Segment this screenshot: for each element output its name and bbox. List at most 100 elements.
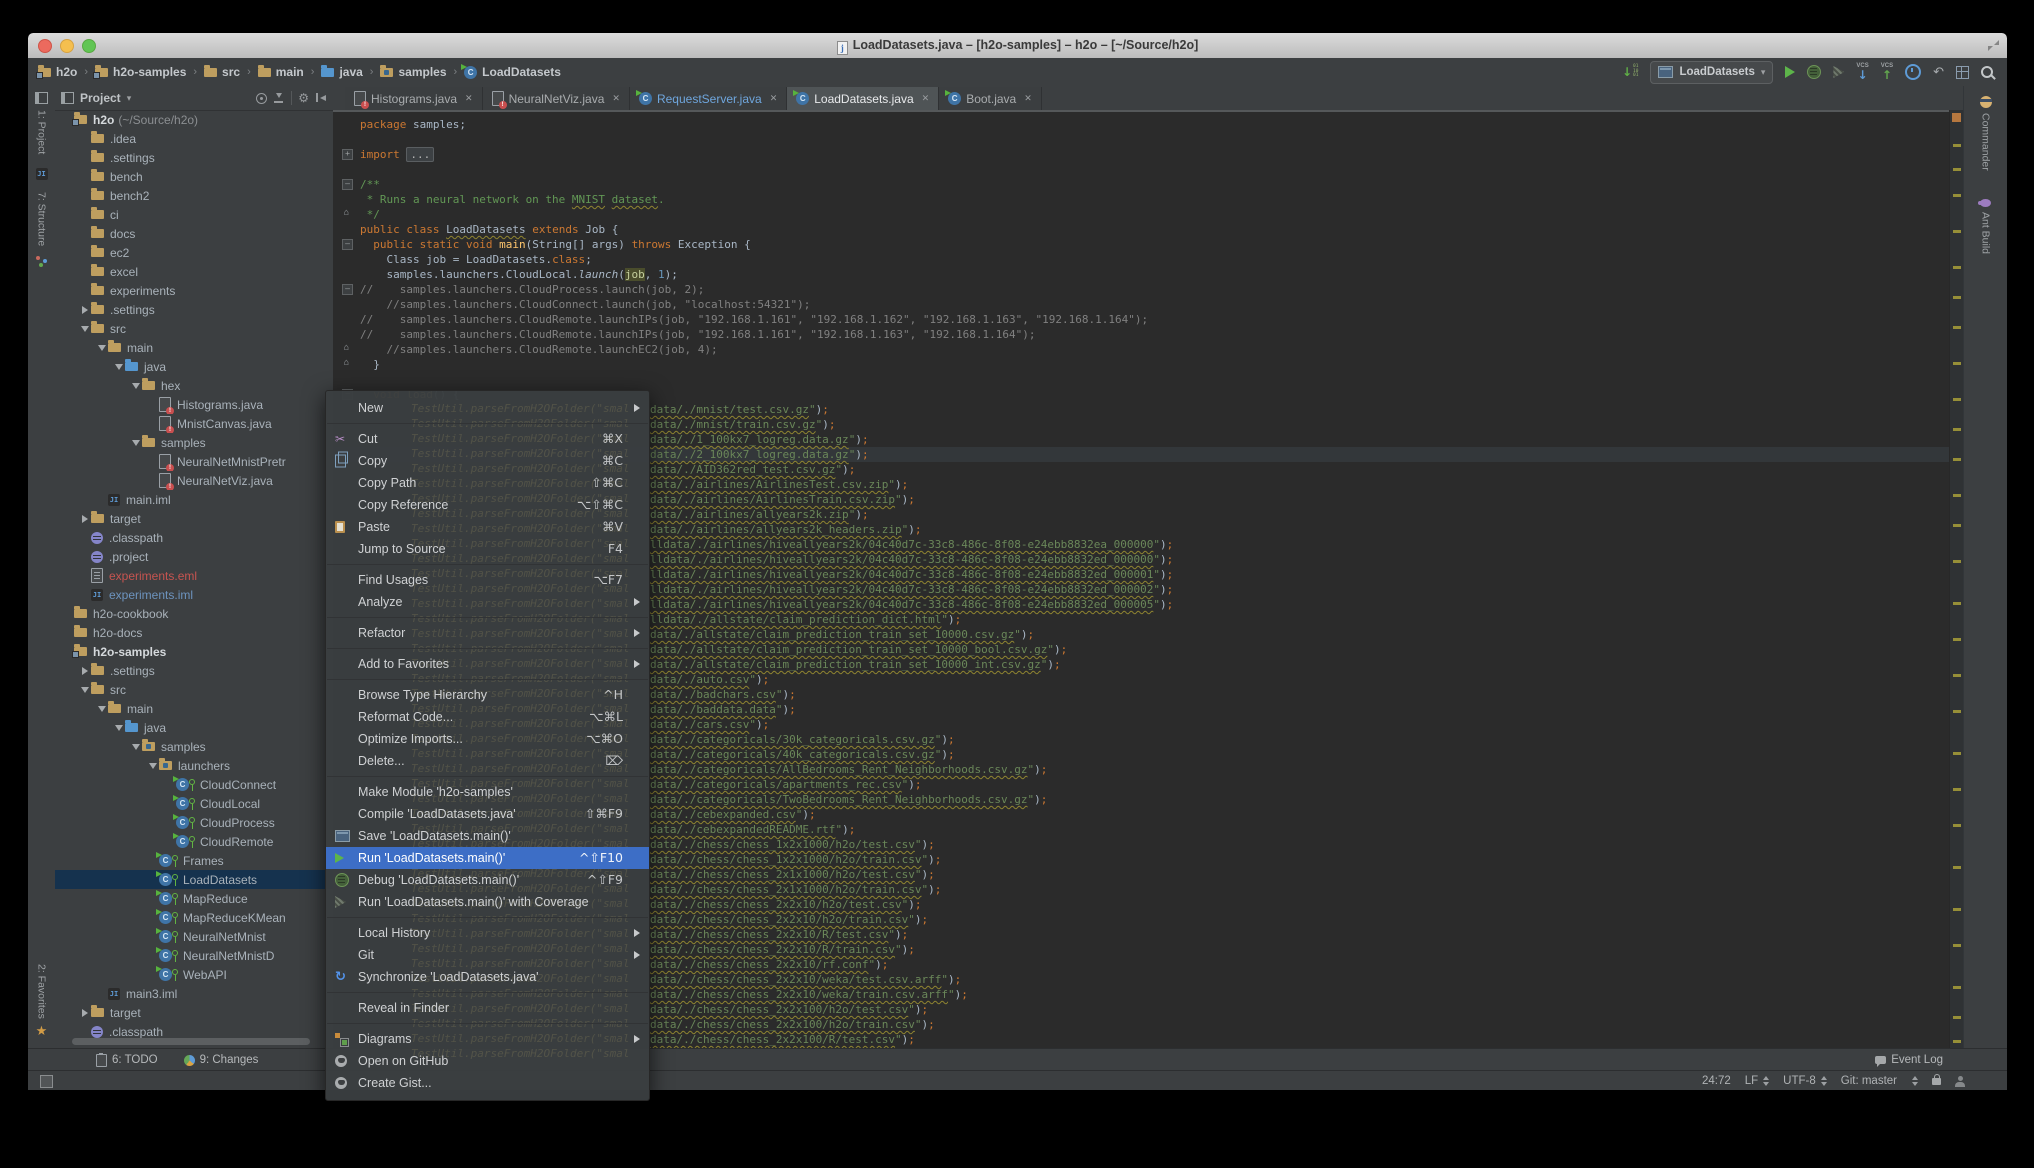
toggle-stripes-icon[interactable] [40, 1075, 53, 1088]
settings-icon[interactable] [1956, 66, 1969, 79]
updown-icon[interactable] [1911, 1076, 1918, 1086]
tab-boot-java[interactable]: CBoot.java✕ [939, 87, 1042, 110]
warning-tick-icon[interactable] [1953, 194, 1961, 197]
changes-button[interactable]: 9: Changes [184, 1054, 259, 1066]
chevron-down-icon[interactable] [115, 364, 123, 370]
vcs-commit-button[interactable]: VCS↑ [1881, 63, 1893, 81]
tree-item-samples[interactable]: samples [55, 737, 333, 756]
chevron-down-icon[interactable] [132, 440, 140, 446]
menu-item-new[interactable]: New [326, 397, 649, 419]
sidebar-item-structure[interactable]: 7: Structure [36, 192, 48, 246]
chevron-right-icon[interactable] [82, 306, 88, 314]
tree-item-experiments-eml[interactable]: experiments.eml [55, 566, 333, 585]
warning-tick-icon[interactable] [1953, 560, 1961, 563]
tree-item-h2o-docs[interactable]: h2o-docs [55, 623, 333, 642]
search-icon[interactable] [1981, 66, 1993, 78]
inspection-status-icon[interactable] [1952, 113, 1961, 122]
menu-item-save-loaddatasets-main[interactable]: Save 'LoadDatasets.main()' [326, 825, 649, 847]
warning-tick-icon[interactable] [1953, 326, 1961, 329]
chevron-down-icon[interactable] [81, 326, 89, 332]
fold-marker[interactable]: – [342, 179, 353, 190]
horizontal-scrollbar[interactable] [72, 1038, 310, 1045]
tree-item-launchers[interactable]: launchers [55, 756, 333, 775]
undo-icon[interactable]: ↶ [1933, 65, 1944, 80]
menu-item-debug-loaddatasets-main[interactable]: Debug 'LoadDatasets.main()'^⇧F9 [326, 869, 649, 891]
warning-tick-icon[interactable] [1953, 1040, 1961, 1043]
tree-item--idea[interactable]: .idea [55, 129, 333, 148]
tree-item-target[interactable]: target [55, 509, 333, 528]
tree-item--project[interactable]: .project [55, 547, 333, 566]
chevron-down-icon[interactable] [132, 383, 140, 389]
run-button[interactable] [1785, 66, 1795, 78]
tree-item-mapreduce[interactable]: CMapReduce [55, 889, 333, 908]
chevron-right-icon[interactable] [82, 667, 88, 675]
tree-item-cloudprocess[interactable]: CCloudProcess [55, 813, 333, 832]
tree-item-target[interactable]: target [55, 1003, 333, 1022]
warning-tick-icon[interactable] [1953, 602, 1961, 605]
warning-tick-icon[interactable] [1953, 266, 1961, 269]
fold-marker[interactable]: – [342, 284, 353, 295]
tree-item-cloudconnect[interactable]: CCloudConnect [55, 775, 333, 794]
menu-item-run-loaddatasets-main[interactable]: Run 'LoadDatasets.main()'^⇧F10 [326, 847, 649, 869]
sidebar-item-project[interactable]: 1: Project [36, 110, 48, 154]
chevron-down-icon[interactable]: ▾ [127, 93, 132, 104]
warning-tick-icon[interactable] [1953, 824, 1961, 827]
menu-item-copy-reference[interactable]: Copy Reference⌥⇧⌘C [326, 494, 649, 516]
breadcrumb-item[interactable]: h2o-samples [95, 65, 186, 79]
chevron-down-icon[interactable] [132, 744, 140, 750]
warning-tick-icon[interactable] [1953, 986, 1961, 989]
menu-item-optimize-imports[interactable]: Optimize Imports...⌥⌘O [326, 728, 649, 750]
close-icon[interactable]: ✕ [922, 94, 930, 104]
menu-item-git[interactable]: Git [326, 944, 649, 966]
warning-tick-icon[interactable] [1953, 710, 1961, 713]
git-branch[interactable]: Git: master [1841, 1075, 1897, 1087]
breadcrumb-item[interactable]: CLoadDatasets [464, 65, 561, 79]
debug-button[interactable] [1807, 65, 1821, 79]
chevron-down-icon[interactable] [98, 706, 106, 712]
menu-item-synchronize-loaddatasets-java[interactable]: ↻Synchronize 'LoadDatasets.java' [326, 966, 649, 988]
tree-item-mapreducekmean[interactable]: CMapReduceKMean [55, 908, 333, 927]
hector-inspector-icon[interactable] [1955, 1076, 1965, 1087]
tree-item--settings[interactable]: .settings [55, 148, 333, 167]
menu-item-reveal-in-finder[interactable]: Reveal in Finder [326, 997, 649, 1019]
warning-tick-icon[interactable] [1953, 144, 1961, 147]
locate-icon[interactable] [256, 93, 267, 104]
tree-item--settings[interactable]: .settings [55, 661, 333, 680]
tree-item-ec2[interactable]: ec2 [55, 243, 333, 262]
gear-icon[interactable]: ⚙ [298, 92, 309, 104]
warning-tick-icon[interactable] [1953, 494, 1961, 497]
chevron-right-icon[interactable] [82, 515, 88, 523]
warning-tick-icon[interactable] [1953, 398, 1961, 401]
tree-item-java[interactable]: java [55, 718, 333, 737]
vcs-update-button[interactable]: VCS↓ [1856, 63, 1868, 81]
menu-item-analyze[interactable]: Analyze [326, 591, 649, 613]
tree-item-experiments-iml[interactable]: JIexperiments.iml [55, 585, 333, 604]
chevron-down-icon[interactable] [149, 763, 157, 769]
tree-item-main[interactable]: main [55, 338, 333, 357]
history-icon[interactable] [1905, 64, 1921, 80]
tree-item-mnistcanvas-java[interactable]: MnistCanvas.java [55, 414, 333, 433]
sidebar-item-favorites[interactable]: 2: Favorites [36, 964, 48, 1019]
tab-histograms-java[interactable]: Histograms.java✕ [345, 87, 483, 110]
tree-item-neuralnetmnistpretr[interactable]: NeuralNetMnistPretr [55, 452, 333, 471]
tree-item-webapi[interactable]: CWebAPI [55, 965, 333, 984]
todo-button[interactable]: 6: TODO [96, 1054, 158, 1067]
tab-neuralnetviz-java[interactable]: NeuralNetViz.java✕ [483, 87, 630, 110]
run-configuration-select[interactable]: LoadDatasets ▾ [1650, 61, 1773, 84]
menu-item-run-loaddatasets-main-with-coverage[interactable]: Run 'LoadDatasets.main()' with Coverage [326, 891, 649, 913]
warning-tick-icon[interactable] [1953, 296, 1961, 299]
menu-item-compile-loaddatasets-java[interactable]: Compile 'LoadDatasets.java'⇧⌘F9 [326, 803, 649, 825]
tree-item-main3-iml[interactable]: JImain3.iml [55, 984, 333, 1003]
tree-item-histograms-java[interactable]: Histograms.java [55, 395, 333, 414]
incoming-changes-icon[interactable]: ↓01 10 01 [1622, 65, 1638, 79]
chevron-down-icon[interactable] [81, 687, 89, 693]
fullscreen-icon[interactable] [1988, 40, 1999, 51]
event-log-button[interactable]: Event Log [1875, 1054, 1943, 1066]
tree-item-neuralnetviz-java[interactable]: NeuralNetViz.java [55, 471, 333, 490]
close-icon[interactable]: ✕ [465, 94, 473, 104]
error-stripe[interactable] [1949, 110, 1964, 1048]
tree-item--settings[interactable]: .settings [55, 300, 333, 319]
tree-item-h2o-samples[interactable]: h2o-samples [55, 642, 333, 661]
menu-item-paste[interactable]: Paste⌘V [326, 516, 649, 538]
chevron-down-icon[interactable] [98, 345, 106, 351]
